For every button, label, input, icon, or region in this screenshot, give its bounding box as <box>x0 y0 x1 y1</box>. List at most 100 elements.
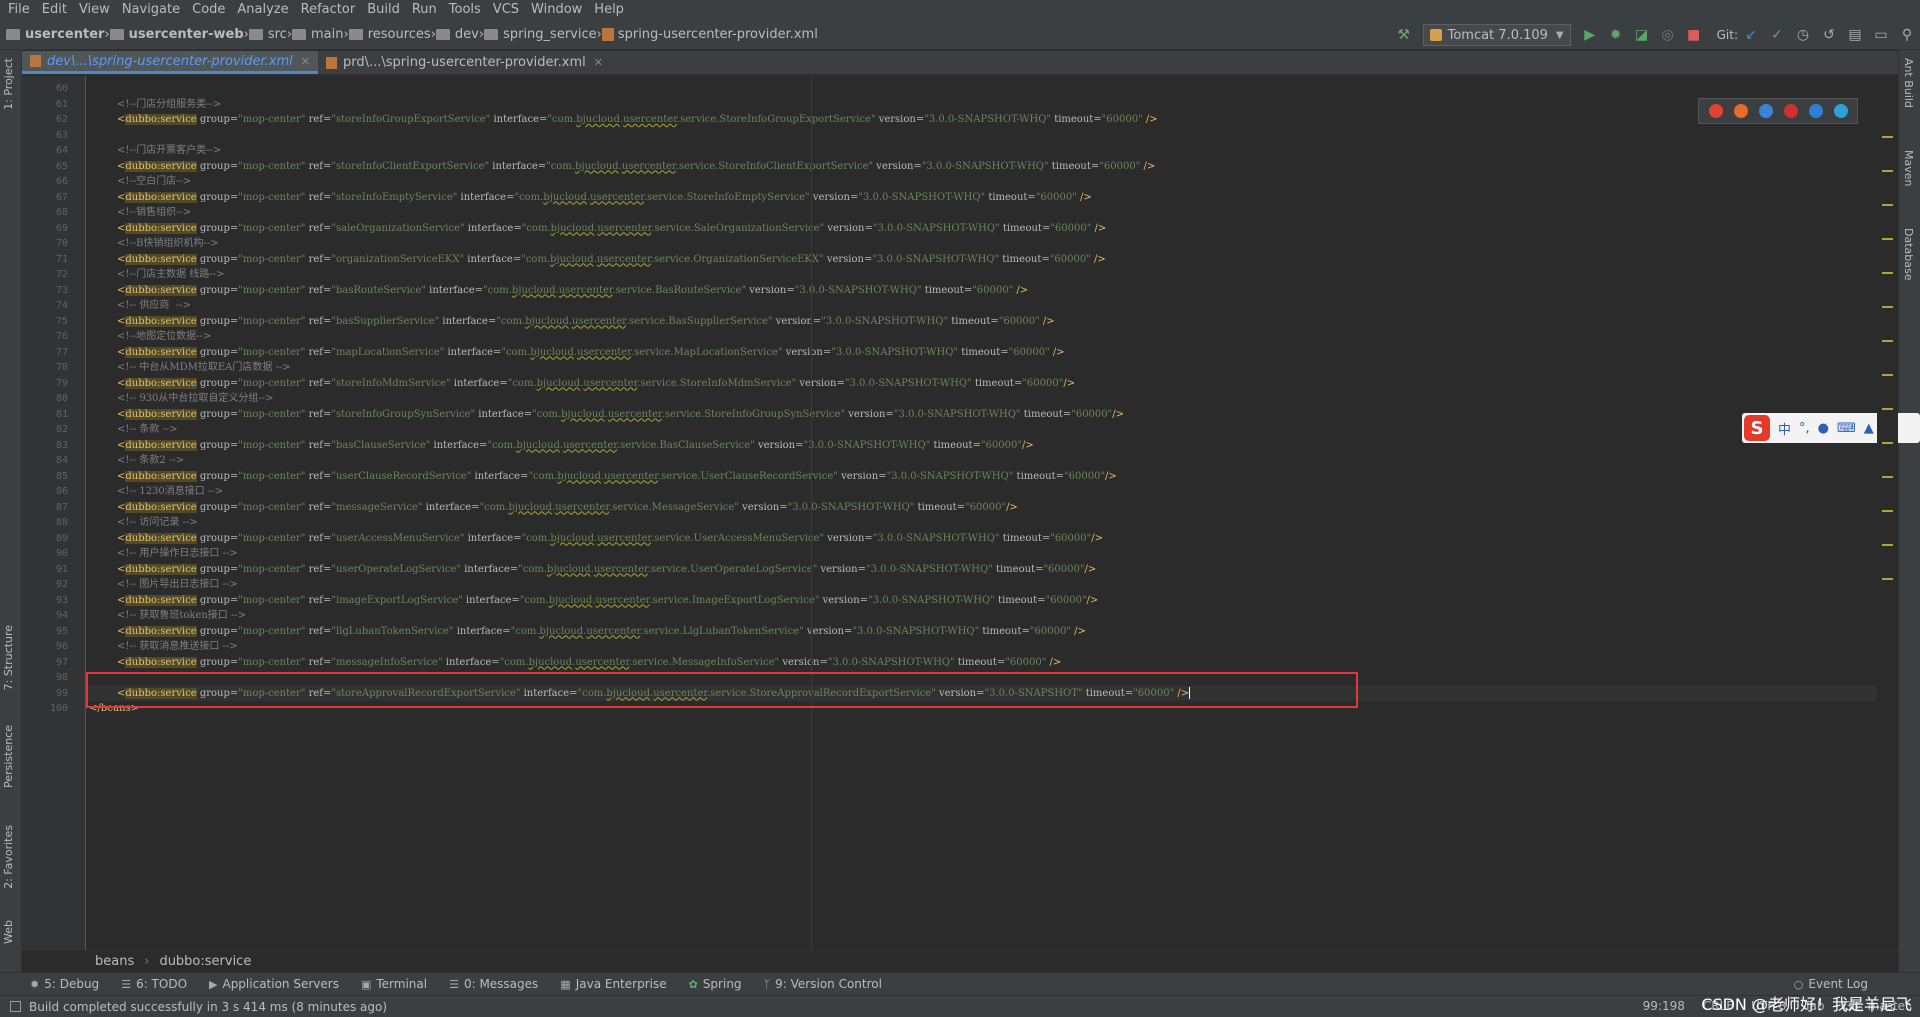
tool-window-application-servers[interactable]: ▶ Application Servers <box>209 977 339 991</box>
menu-item-navigate[interactable]: Navigate <box>116 0 186 20</box>
menu-item-help[interactable]: Help <box>588 0 630 20</box>
chrome-icon[interactable] <box>1708 104 1723 118</box>
warning-marker[interactable] <box>1882 204 1893 206</box>
run-icon[interactable]: ▶ <box>1581 26 1599 44</box>
code-editor[interactable]: <!--门店分组服务类--> <dubbo:service group="mop-… <box>87 76 1877 950</box>
firefox-icon[interactable] <box>1733 104 1748 118</box>
git-commit-icon[interactable]: ✓ <box>1768 26 1786 44</box>
breadcrumb-item[interactable]: resources <box>348 27 431 42</box>
tab-dev-provider-xml[interactable]: dev\...\spring-usercenter-provider.xml ✕ <box>22 51 318 74</box>
menu-item-vcs[interactable]: VCS <box>487 0 525 20</box>
revert-icon[interactable]: ↺ <box>1820 26 1838 44</box>
tool-window-version-control[interactable]: ᛉ 9: Version Control <box>764 977 882 991</box>
tool-window-event-log[interactable]: ○ Event Log <box>1794 977 1868 991</box>
ime-mode[interactable]: 中 <box>1778 419 1791 438</box>
run-configuration-select[interactable]: Tomcat 7.0.109 ▼ <box>1422 24 1571 46</box>
tool-tab-project[interactable]: 1: Project <box>2 58 15 110</box>
profile-icon[interactable]: ◎ <box>1659 26 1677 44</box>
xml-package-segment: usercenter <box>621 160 676 172</box>
menu-item-window[interactable]: Window <box>525 0 588 20</box>
line-number: 60 <box>55 83 68 94</box>
build-hammer-icon[interactable]: ⚒ <box>1395 26 1413 44</box>
tool-tab-favorites[interactable]: 2: Favorites <box>2 825 15 889</box>
code-line: <!-- 获取消息推送接口 --> <box>117 640 238 653</box>
warning-marker[interactable] <box>1882 170 1893 172</box>
skin-icon[interactable]: ▲ <box>1864 421 1874 436</box>
menu-item-refactor[interactable]: Refactor <box>295 0 362 20</box>
menu-item-analyze[interactable]: Analyze <box>231 0 294 20</box>
tool-window-toggle-icon[interactable] <box>10 1001 21 1012</box>
breadcrumb-item[interactable]: src <box>248 27 287 42</box>
xml-attr-value: "com. <box>510 625 540 637</box>
tool-window-debug[interactable]: ✹ 5: Debug <box>30 977 99 991</box>
microphone-icon[interactable]: ● <box>1818 421 1829 436</box>
xml-attr-value: "mop-center" <box>238 594 306 606</box>
warning-marker[interactable] <box>1882 374 1893 376</box>
breadcrumb-item[interactable]: dev <box>435 27 479 42</box>
folder-icon <box>435 29 450 40</box>
xml-attr-value: "3.0.0-SNAPSHOT-WHQ" <box>794 284 922 296</box>
caret-position[interactable]: 99:198 <box>1643 999 1685 1013</box>
safari-icon[interactable] <box>1758 104 1773 118</box>
warning-marker[interactable] <box>1882 272 1893 274</box>
xml-attr-value: .service. <box>630 346 674 358</box>
tool-window-messages[interactable]: ☰ 0: Messages <box>449 977 538 991</box>
tool-tab-maven[interactable]: Maven <box>1902 150 1915 186</box>
keyboard-icon[interactable]: ⌨ <box>1837 421 1856 436</box>
menu-item-code[interactable]: Code <box>186 0 231 20</box>
status-message[interactable]: Build completed successfully in 3 s 414 … <box>29 1000 387 1014</box>
warning-marker[interactable] <box>1882 578 1893 580</box>
menu-item-build[interactable]: Build <box>361 0 406 20</box>
warning-marker[interactable] <box>1882 306 1893 308</box>
breadcrumb-item[interactable]: spring_service <box>484 27 597 42</box>
xml-attr-name: version= <box>848 408 894 420</box>
breadcrumb-item[interactable]: usercenter <box>6 27 104 42</box>
ime-punctuation[interactable]: °, <box>1799 421 1810 436</box>
menu-item-run[interactable]: Run <box>406 0 443 20</box>
tool-tab-structure[interactable]: 7: Structure <box>2 625 15 690</box>
search-icon[interactable]: ⚲ <box>1898 26 1916 44</box>
tool-window-java-enterprise[interactable]: ▦ Java Enterprise <box>560 977 666 991</box>
tool-tab-persistence[interactable]: Persistence <box>2 725 15 788</box>
warning-marker[interactable] <box>1882 510 1893 512</box>
project-structure-icon[interactable]: ▤ <box>1846 26 1864 44</box>
ie-icon[interactable] <box>1808 104 1823 118</box>
tool-window-terminal[interactable]: ▣ Terminal <box>361 977 427 991</box>
menu-item-view[interactable]: View <box>73 0 116 20</box>
xml-attr-value: UserOperateLogService" <box>690 563 818 575</box>
sogou-logo-icon[interactable]: S <box>1744 415 1770 441</box>
stop-icon[interactable]: ■ <box>1685 26 1703 44</box>
menu-item-tools[interactable]: Tools <box>443 0 487 20</box>
edge-icon[interactable] <box>1833 104 1848 118</box>
debug-icon[interactable]: ✹ <box>1607 26 1625 44</box>
close-icon[interactable]: ✕ <box>301 55 310 68</box>
menu-item-edit[interactable]: Edit <box>36 0 73 20</box>
tool-tab-ant-build[interactable]: Ant Build <box>1902 58 1915 108</box>
presentation-icon[interactable]: ▭ <box>1872 26 1890 44</box>
warning-marker[interactable] <box>1882 238 1893 240</box>
breadcrumb-item[interactable]: main <box>292 27 344 42</box>
git-update-icon[interactable]: ↙ <box>1742 26 1760 44</box>
error-stripe[interactable] <box>1877 76 1898 950</box>
tool-tab-web[interactable]: Web <box>2 920 15 944</box>
close-icon[interactable]: ✕ <box>594 56 603 69</box>
menu-item-file[interactable]: File <box>2 0 36 20</box>
warning-marker[interactable] <box>1882 136 1893 138</box>
breadcrumb-item[interactable]: spring-usercenter-provider.xml <box>601 27 818 42</box>
tab-prd-provider-xml[interactable]: prd\...\spring-usercenter-provider.xml ✕ <box>318 51 611 74</box>
warning-marker[interactable] <box>1882 340 1893 342</box>
warning-marker[interactable] <box>1882 408 1893 410</box>
warning-marker[interactable] <box>1882 544 1893 546</box>
opera-icon[interactable] <box>1783 104 1798 118</box>
xml-attr-value: "3.0.0-SNAPSHOT-WHQ" <box>852 625 980 637</box>
tool-tab-database[interactable]: Database <box>1902 228 1915 281</box>
history-icon[interactable]: ◷ <box>1794 26 1812 44</box>
tool-window-spring[interactable]: ✿ Spring <box>689 977 742 991</box>
breadcrumb-beans[interactable]: beans <box>95 954 134 969</box>
breadcrumb-item[interactable]: usercenter-web <box>109 27 244 42</box>
breadcrumb-dubbo-service[interactable]: dubbo:service <box>159 954 251 969</box>
warning-marker[interactable] <box>1882 476 1893 478</box>
tool-window-todo[interactable]: ☰ 6: TODO <box>121 977 187 991</box>
coverage-icon[interactable]: ◪ <box>1633 26 1651 44</box>
warning-marker[interactable] <box>1882 442 1893 444</box>
